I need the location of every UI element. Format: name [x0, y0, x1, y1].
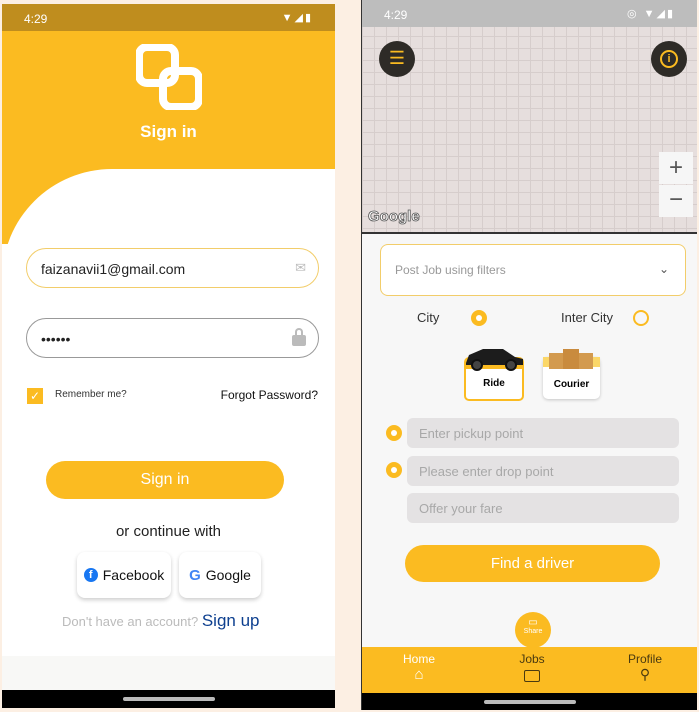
facebook-icon: f [83, 568, 98, 582]
tab-profile-label: Profile [627, 652, 662, 666]
home-screen: 4:29 ◎ ▼◢▮ ☰ i + − Google Post Job using… [361, 0, 697, 710]
google-icon: G [189, 566, 201, 584]
pickup-input[interactable]: Enter pickup point [407, 418, 679, 448]
info-button[interactable]: i [651, 41, 687, 77]
menu-button[interactable]: ☰ [379, 41, 415, 77]
lock-icon [292, 328, 306, 346]
password-field[interactable]: •••••• [26, 318, 319, 358]
facebook-button[interactable]: f Facebook [77, 552, 171, 598]
drop-marker [386, 462, 402, 478]
tab-jobs[interactable]: Jobs [477, 652, 587, 682]
system-nav-bar [362, 693, 697, 710]
google-attribution: Google [368, 208, 420, 226]
boxes-icon [549, 349, 593, 369]
intercity-radio[interactable] [633, 310, 649, 326]
briefcase-icon [524, 670, 540, 682]
drop-input[interactable]: Please enter drop point [407, 456, 679, 486]
signin-button[interactable]: Sign in [46, 461, 284, 499]
continue-with-label: or continue with [115, 523, 222, 540]
find-driver-button[interactable]: Find a driver [405, 545, 660, 582]
share-label: Share [523, 628, 543, 635]
home-icon: ⌂ [414, 666, 424, 683]
share-button[interactable]: ▭ Share [515, 612, 551, 648]
email-field[interactable]: faizanavii1@gmail.com ✉ [26, 248, 319, 288]
forgot-password-link[interactable]: Forgot Password? [221, 388, 318, 402]
mail-icon: ✉ [295, 260, 306, 275]
car-icon [466, 349, 523, 371]
tab-jobs-label: Jobs [519, 652, 545, 666]
divider [362, 232, 697, 234]
curve [2, 169, 335, 569]
tab-profile[interactable]: Profile ⚲ [590, 652, 697, 683]
google-button[interactable]: G Google [179, 552, 261, 598]
status-bar: 4:29 ▼◢▮ [2, 4, 335, 31]
info-icon: i [660, 50, 678, 68]
status-icons: ▼◢▮ [281, 12, 313, 24]
pickup-marker [386, 425, 402, 441]
signup-row: Don't have an account? Sign up [62, 611, 260, 631]
signup-link[interactable]: Sign up [202, 611, 260, 630]
status-time: 4:29 [24, 12, 48, 26]
app-logo [136, 44, 202, 110]
zoom-in-button[interactable]: + [659, 152, 693, 184]
page-title: Sign in [140, 122, 197, 141]
zoom-out-button[interactable]: − [659, 185, 693, 217]
status-bar: 4:29 ◎ ▼◢▮ [362, 0, 697, 27]
tab-home[interactable]: Home ⌂ [364, 652, 474, 683]
tab-home-label: Home [402, 652, 435, 666]
user-icon: ⚲ [639, 666, 651, 682]
home-gesture-handle[interactable] [122, 697, 215, 701]
share-icon: ▭ [528, 617, 538, 628]
status-icons: ◎ ▼◢▮ [626, 8, 675, 20]
password-value: •••••• [41, 331, 71, 347]
map-view[interactable] [362, 0, 697, 233]
system-nav-bar [2, 690, 335, 708]
email-value: faizanavii1@gmail.com [41, 261, 186, 277]
remember-checkbox[interactable]: ✓ [27, 388, 43, 404]
ride-label: Ride [483, 378, 505, 389]
signin-screen: 4:29 ▼◢▮ Sign in faizanavii1@gmail.com ✉… [2, 4, 335, 708]
facebook-label: Facebook [102, 567, 165, 583]
bottom-spacer [2, 656, 335, 690]
intercity-label: Inter City [561, 310, 614, 325]
city-radio[interactable] [471, 310, 487, 326]
filter-dropdown-label: Post Job using filters [395, 263, 506, 277]
google-label: Google [205, 567, 251, 583]
home-gesture-handle[interactable] [483, 700, 576, 704]
city-label: City [417, 310, 440, 325]
chevron-down-icon: ⌄ [658, 262, 669, 276]
hamburger-icon: ☰ [388, 48, 406, 68]
courier-label: Courier [553, 379, 590, 390]
remember-label: Remember me? [55, 389, 127, 400]
status-time: 4:29 [384, 8, 408, 22]
filter-dropdown[interactable]: Post Job using filters ⌄ [380, 244, 686, 296]
fare-input[interactable]: Offer your fare [407, 493, 679, 523]
no-account-label: Don't have an account? [62, 614, 199, 629]
